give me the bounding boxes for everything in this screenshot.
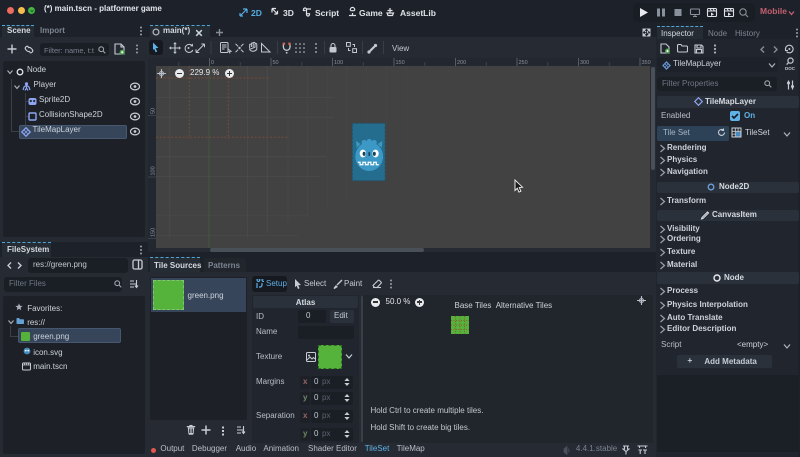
svg-text:50: 50 bbox=[273, 60, 279, 66]
svg-text:100: 100 bbox=[334, 60, 343, 66]
svg-text:DOC: DOC bbox=[785, 66, 796, 71]
svg-text:2D: 2D bbox=[251, 8, 262, 18]
svg-text:AssetLib: AssetLib bbox=[400, 8, 436, 18]
svg-text:Script: Script bbox=[315, 8, 339, 18]
svg-text:50: 50 bbox=[151, 108, 157, 114]
svg-text:100: 100 bbox=[151, 166, 157, 175]
svg-text:0: 0 bbox=[211, 60, 214, 66]
svg-text:3D: 3D bbox=[283, 8, 294, 18]
svg-text:200: 200 bbox=[457, 60, 466, 66]
svg-text:150: 150 bbox=[396, 60, 405, 66]
svg-text:View: View bbox=[392, 44, 409, 53]
svg-text:250: 250 bbox=[519, 60, 528, 66]
svg-text:Game: Game bbox=[359, 8, 383, 18]
svg-text:150: 150 bbox=[151, 228, 157, 237]
svg-text:300: 300 bbox=[580, 60, 589, 66]
